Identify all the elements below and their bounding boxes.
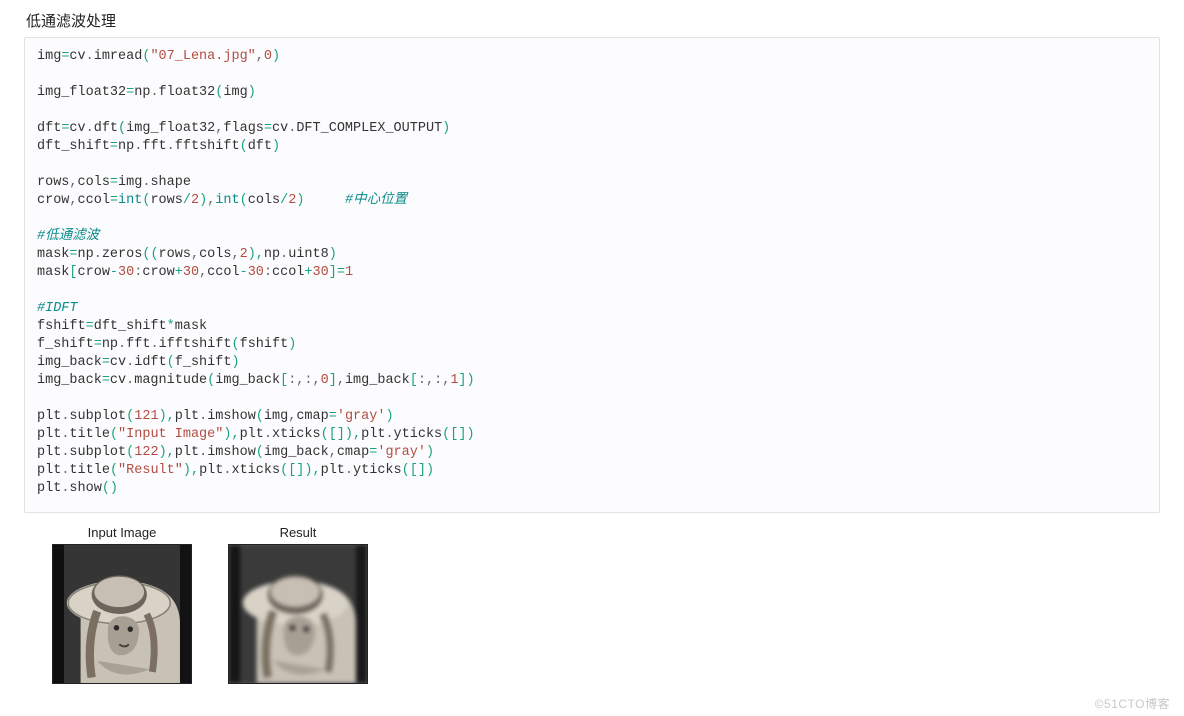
plot-title: Result [228, 525, 368, 540]
plot-title: Input Image [52, 525, 192, 540]
watermark: ©51CTO博客 [1095, 695, 1170, 712]
image-placeholder [228, 544, 368, 684]
section-title: 低通滤波处理 [26, 10, 1160, 31]
image-placeholder [52, 544, 192, 684]
code-block: img=cv.imread("07_Lena.jpg",0) img_float… [24, 37, 1160, 513]
plot-input-image: Input Image [52, 525, 192, 684]
matplotlib-output: Input Image Result [52, 525, 1160, 684]
plot-result: Result [228, 525, 368, 684]
